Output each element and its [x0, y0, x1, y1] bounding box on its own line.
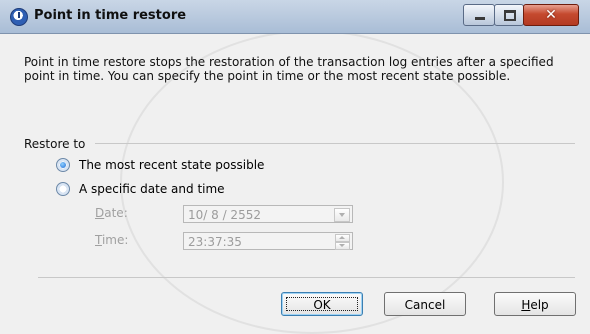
clock-icon	[10, 8, 28, 26]
caption-buttons: ✕	[463, 4, 583, 26]
radio-button-checked-icon[interactable]	[56, 158, 70, 172]
spin-down-icon[interactable]	[335, 242, 350, 250]
close-icon: ✕	[545, 7, 557, 23]
spin-up-icon[interactable]	[335, 234, 350, 242]
point-in-time-restore-dialog: Point in time restore ✕ Point in time re…	[0, 0, 590, 334]
close-button[interactable]: ✕	[523, 4, 579, 26]
radio-specific-date-time[interactable]: A specific date and time	[56, 180, 225, 198]
description-text: Point in time restore stops the restorat…	[24, 55, 554, 83]
time-spinner[interactable]: 23:37:35	[183, 232, 353, 250]
ok-button[interactable]: OK	[281, 292, 363, 316]
date-label: Date:	[95, 206, 128, 220]
chevron-down-icon[interactable]	[334, 208, 350, 222]
bottom-divider	[38, 277, 575, 278]
cancel-button[interactable]: Cancel	[384, 292, 466, 316]
window-title: Point in time restore	[34, 8, 187, 23]
radio-button-icon[interactable]	[56, 182, 70, 196]
time-value: 23:37:35	[188, 235, 242, 249]
maximize-button[interactable]	[494, 4, 524, 26]
restore-to-divider	[95, 143, 575, 144]
restore-to-label: Restore to	[24, 137, 86, 151]
time-label: Time:	[95, 233, 129, 247]
date-value: 10/ 8 / 2552	[188, 208, 261, 222]
focus-rectangle	[286, 297, 358, 311]
radio-specific-label: A specific date and time	[79, 182, 225, 196]
cancel-label: Cancel	[404, 298, 446, 312]
radio-most-recent[interactable]: The most recent state possible	[56, 156, 264, 174]
minimize-button[interactable]	[463, 4, 495, 26]
radio-most-recent-label: The most recent state possible	[79, 158, 265, 172]
date-picker[interactable]: 10/ 8 / 2552	[183, 205, 353, 223]
title-bar[interactable]: Point in time restore ✕	[0, 0, 590, 34]
time-stepper[interactable]	[335, 234, 350, 250]
help-button[interactable]: Help	[494, 292, 576, 316]
